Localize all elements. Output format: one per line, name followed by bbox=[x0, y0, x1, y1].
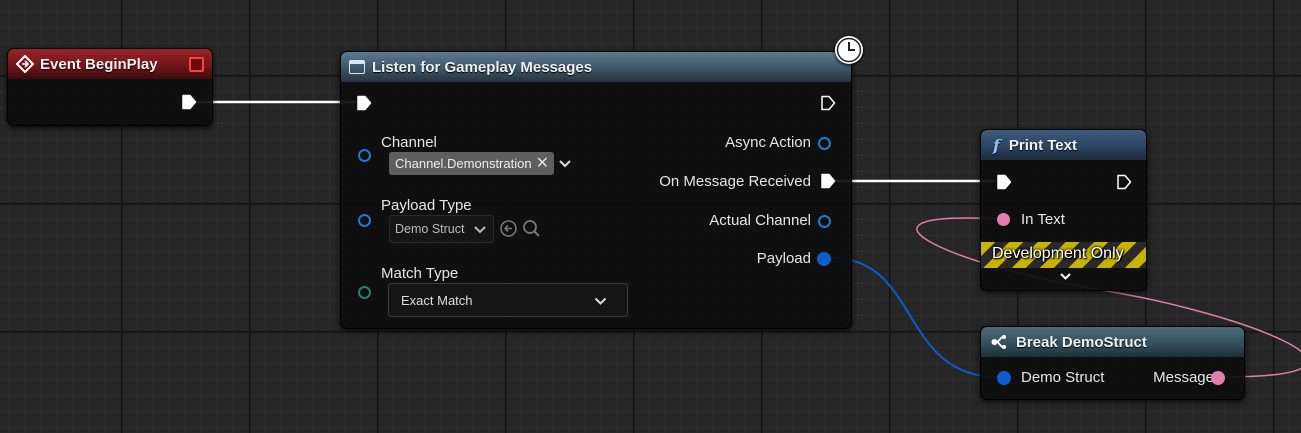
demo-struct-input-pin[interactable] bbox=[997, 371, 1011, 385]
chevron-down-icon bbox=[474, 226, 486, 234]
event-beginplay-title: Event BeginPlay bbox=[40, 55, 158, 73]
print-text-exec-in-pin[interactable] bbox=[996, 174, 1012, 190]
async-action-output-pin[interactable] bbox=[818, 137, 831, 150]
on-message-received-exec-pin[interactable] bbox=[820, 173, 836, 189]
channel-value-chip[interactable]: Channel.Demonstration ✕ bbox=[389, 152, 554, 175]
break-demostruct-node[interactable]: Break DemoStruct Demo Struct Message bbox=[980, 326, 1245, 400]
async-action-label: Async Action bbox=[725, 134, 811, 151]
break-struct-icon bbox=[991, 335, 1006, 349]
print-text-title: Print Text bbox=[1008, 136, 1077, 154]
actual-channel-label: Actual Channel bbox=[709, 212, 811, 229]
print-text-exec-out-pin[interactable] bbox=[1116, 174, 1132, 190]
async-node-icon bbox=[349, 60, 365, 74]
payload-type-dropdown[interactable]: Demo Struct bbox=[389, 215, 494, 243]
struct-wire-payload-to-break[interactable] bbox=[831, 257, 999, 378]
event-beginplay-header[interactable]: Event BeginPlay bbox=[8, 49, 212, 79]
message-output-pin[interactable] bbox=[1211, 371, 1225, 385]
in-text-input-pin[interactable] bbox=[997, 213, 1010, 226]
clear-icon[interactable]: ✕ bbox=[536, 153, 549, 173]
listen-exec-in-pin[interactable] bbox=[356, 95, 372, 111]
listen-for-gameplay-messages-node[interactable]: Listen for Gameplay Messages Channel Cha… bbox=[340, 51, 852, 329]
browse-search-icon[interactable] bbox=[522, 219, 541, 238]
event-beginplay-node[interactable]: Event BeginPlay bbox=[7, 48, 213, 126]
channel-value-text: Channel.Demonstration bbox=[395, 156, 532, 171]
match-type-input-pin[interactable] bbox=[358, 286, 371, 299]
print-text-node[interactable]: f Print Text In Text Development Only bbox=[980, 129, 1147, 291]
match-type-dropdown[interactable]: Exact Match bbox=[388, 283, 628, 317]
break-demostruct-header[interactable]: Break DemoStruct bbox=[981, 327, 1244, 357]
use-selected-asset-icon[interactable] bbox=[499, 219, 518, 238]
break-demostruct-title: Break DemoStruct bbox=[1016, 333, 1147, 351]
beginplay-exec-out-pin[interactable] bbox=[181, 94, 197, 110]
function-f-icon: f bbox=[993, 135, 1000, 155]
payload-label: Payload bbox=[756, 250, 811, 267]
chevron-down-icon[interactable] bbox=[558, 157, 572, 171]
chevron-down-icon bbox=[594, 297, 607, 305]
development-only-label: Development Only bbox=[992, 245, 1124, 262]
payload-output-pin[interactable] bbox=[817, 252, 831, 266]
demo-struct-label: Demo Struct bbox=[1021, 369, 1105, 386]
listen-header[interactable]: Listen for Gameplay Messages bbox=[341, 52, 851, 82]
message-label: Message bbox=[1153, 369, 1214, 386]
actual-channel-output-pin[interactable] bbox=[818, 215, 831, 228]
print-text-header[interactable]: f Print Text bbox=[981, 130, 1146, 160]
payload-type-value: Demo Struct bbox=[395, 222, 465, 236]
event-delegate-pin-icon[interactable] bbox=[189, 57, 204, 72]
chevron-down-icon[interactable] bbox=[1059, 270, 1072, 283]
match-type-value: Exact Match bbox=[401, 292, 473, 308]
payload-type-input-pin[interactable] bbox=[358, 214, 371, 227]
match-type-label: Match Type bbox=[381, 265, 459, 282]
clock-icon bbox=[835, 36, 863, 64]
payload-type-label: Payload Type bbox=[381, 197, 472, 214]
listen-then-exec-out-pin[interactable] bbox=[820, 95, 836, 111]
in-text-label: In Text bbox=[1021, 211, 1065, 228]
listen-title: Listen for Gameplay Messages bbox=[372, 58, 593, 76]
on-message-received-label: On Message Received bbox=[659, 173, 811, 190]
event-diamond-icon bbox=[16, 55, 34, 73]
channel-input-pin[interactable] bbox=[358, 149, 371, 162]
channel-label: Channel bbox=[381, 134, 437, 151]
